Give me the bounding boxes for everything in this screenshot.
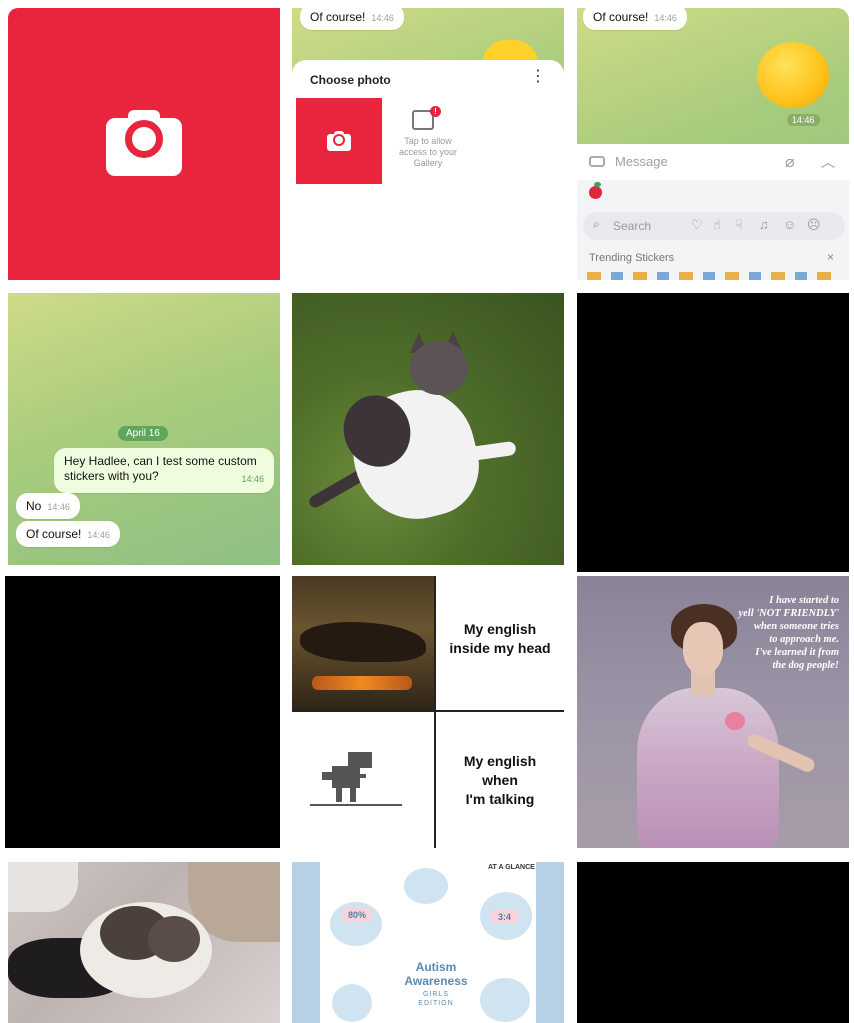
dance-icon[interactable]: ♫ xyxy=(759,217,769,232)
trending-stickers-label: Trending Stickers xyxy=(589,252,675,264)
cat-on-bed-photo[interactable] xyxy=(8,862,280,1023)
incoming-message: No 14:46 xyxy=(16,493,80,519)
choose-photo-screenshot-tile[interactable]: Of course! 14:46 Choose photo ⋮ ! Tap to … xyxy=(292,8,564,280)
thumbs-up-icon[interactable]: ☝ xyxy=(713,217,721,233)
search-placeholder: Search xyxy=(613,219,652,233)
choose-photo-sheet: Choose photo ⋮ ! Tap to allow access to … xyxy=(292,60,564,280)
cherry-icon[interactable] xyxy=(589,186,602,199)
sticker-panel-screenshot-tile[interactable]: Of course! 14:46 14:46 Message ⌀ ︿ ⌕ Sear… xyxy=(577,8,849,280)
chat-bubble: Of course! 14:46 xyxy=(583,8,687,30)
painting-meme-image[interactable]: I have started to yell 'NOT FRIENDLY' wh… xyxy=(577,576,849,848)
search-icon: ⌕ xyxy=(593,217,600,231)
meme-quote: I have started to yell 'NOT FRIENDLY' wh… xyxy=(738,595,839,671)
camera-thumbnail[interactable] xyxy=(296,98,382,184)
stat-badge: 80% xyxy=(342,908,373,922)
meme-caption-bottom: My english when I'm talking xyxy=(463,753,537,807)
meme-caption-top: My english inside my head xyxy=(449,621,551,656)
alert-badge: ! xyxy=(430,106,441,117)
black-thumbnail[interactable] xyxy=(5,576,280,848)
keyboard-icon[interactable] xyxy=(589,156,605,167)
sticker-panel: ⌕ Search ♡ ☝ ☟ ♫ ☺ ☹ Trending Stickers × xyxy=(577,180,849,280)
date-separator: April 16 xyxy=(118,426,168,441)
camera-tile[interactable] xyxy=(8,8,280,280)
camera-icon xyxy=(106,110,182,176)
poster-subtitle: GIRLS EDITION xyxy=(418,991,454,1007)
gallery-access-text: Tap to allow access to your Gallery xyxy=(398,136,458,168)
sad-icon[interactable]: ☹ xyxy=(807,217,821,233)
stat-badge: 3:4 xyxy=(492,910,518,924)
laughing-emoji-sticker xyxy=(757,42,829,108)
message-input-bar[interactable]: Message ⌀ ︿ xyxy=(577,144,849,181)
autism-awareness-poster[interactable]: AT A GLANCE 80% 3:4 Autism Awareness GIR… xyxy=(292,862,564,1023)
chat-screenshot-tile[interactable]: April 16 Hey Hadlee, can I test some cus… xyxy=(8,293,280,565)
english-meme-image[interactable]: My english inside my head My english whe… xyxy=(292,576,564,848)
smile-icon[interactable]: ☺ xyxy=(783,217,796,232)
black-thumbnail[interactable] xyxy=(577,862,849,1023)
incoming-message: Of course! 14:46 xyxy=(16,521,120,547)
trending-stickers-row[interactable] xyxy=(587,272,839,280)
cat-on-grass-photo[interactable] xyxy=(292,293,564,565)
black-thumbnail[interactable] xyxy=(577,293,849,572)
sheet-title: Choose photo xyxy=(310,73,391,87)
message-placeholder[interactable]: Message xyxy=(615,154,668,169)
dinosaur-icon xyxy=(322,752,374,806)
attach-icon[interactable]: ⌀ xyxy=(785,152,795,172)
at-a-glance-label: AT A GLANCE xyxy=(488,864,535,871)
outgoing-message: Hey Hadlee, can I test some custom stick… xyxy=(54,448,274,493)
heart-icon[interactable]: ♡ xyxy=(691,217,703,233)
chevron-up-icon[interactable]: ︿ xyxy=(821,152,835,172)
message-time: 14:46 xyxy=(787,114,820,126)
sticker-search[interactable]: ⌕ Search ♡ ☝ ☟ ♫ ☺ ☹ xyxy=(583,212,845,240)
poster-title: Autism Awareness xyxy=(404,960,468,988)
camera-icon xyxy=(327,131,351,151)
chat-bubble: Of course! 14:46 xyxy=(300,8,404,30)
more-vertical-icon[interactable]: ⋮ xyxy=(530,69,546,85)
close-icon[interactable]: × xyxy=(827,250,834,264)
thumbs-down-icon[interactable]: ☟ xyxy=(735,217,743,233)
